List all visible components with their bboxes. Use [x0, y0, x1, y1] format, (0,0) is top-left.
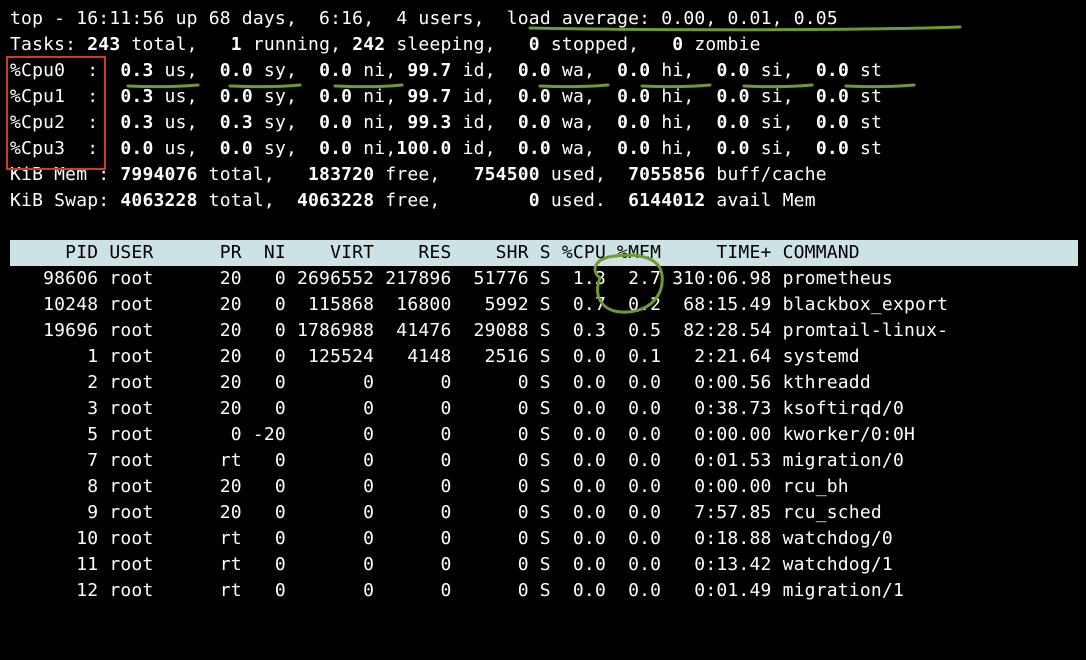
swap-total: 4063228: [120, 190, 197, 211]
process-header-row[interactable]: PID USER PR NI VIRT RES SHR S %CPU %MEM …: [10, 240, 1078, 266]
summary-cpu-line-3: %Cpu3 : 0.0 us, 0.0 sy, 0.0 ni,100.0 id,…: [10, 136, 1078, 162]
summary-top-line: top - 16:11:56 up 68 days, 6:16, 4 users…: [10, 6, 1078, 32]
process-row[interactable]: 19696 root 20 0 1786988 41476 29088 S 0.…: [10, 318, 1078, 344]
terminal[interactable]: top - 16:11:56 up 68 days, 6:16, 4 users…: [0, 0, 1086, 610]
summary-mem-line: KiB Mem : 7994076 total, 183720 free, 75…: [10, 162, 1078, 188]
process-row[interactable]: 12 root rt 0 0 0 0 S 0.0 0.0 0:01.49 mig…: [10, 578, 1078, 604]
process-row[interactable]: 98606 root 20 0 2696552 217896 51776 S 1…: [10, 266, 1078, 292]
process-row[interactable]: 3 root 20 0 0 0 0 S 0.0 0.0 0:38.73 ksof…: [10, 396, 1078, 422]
mem-used: 754500: [474, 164, 540, 185]
summary-swap-line: KiB Swap: 4063228 total, 4063228 free, 0…: [10, 188, 1078, 214]
summary-cpu-line-0: %Cpu0 : 0.3 us, 0.0 sy, 0.0 ni, 99.7 id,…: [10, 58, 1078, 84]
swap-used: 0: [529, 190, 540, 211]
process-row[interactable]: 2 root 20 0 0 0 0 S 0.0 0.0 0:00.56 kthr…: [10, 370, 1078, 396]
swap-avail: 6144012: [628, 190, 705, 211]
mem-total: 7994076: [120, 164, 197, 185]
process-row[interactable]: 10248 root 20 0 115868 16800 5992 S 0.7 …: [10, 292, 1078, 318]
summary-cpu-block: %Cpu0 : 0.3 us, 0.0 sy, 0.0 ni, 99.7 id,…: [10, 58, 1078, 162]
process-row[interactable]: 10 root rt 0 0 0 0 S 0.0 0.0 0:18.88 wat…: [10, 526, 1078, 552]
process-row[interactable]: 9 root 20 0 0 0 0 S 0.0 0.0 7:57.85 rcu_…: [10, 500, 1078, 526]
process-row[interactable]: 5 root 0 -20 0 0 0 S 0.0 0.0 0:00.00 kwo…: [10, 422, 1078, 448]
summary-cpu-line-1: %Cpu1 : 0.3 us, 0.0 sy, 0.0 ni, 99.7 id,…: [10, 84, 1078, 110]
swap-free: 4063228: [297, 190, 374, 211]
summary-tasks-line: Tasks: 243 total, 1 running, 242 sleepin…: [10, 32, 1078, 58]
blank-line: [10, 214, 1078, 240]
process-row[interactable]: 1 root 20 0 125524 4148 2516 S 0.0 0.1 2…: [10, 344, 1078, 370]
process-list[interactable]: 98606 root 20 0 2696552 217896 51776 S 1…: [10, 266, 1078, 604]
process-row[interactable]: 8 root 20 0 0 0 0 S 0.0 0.0 0:00.00 rcu_…: [10, 474, 1078, 500]
mem-buff: 7055856: [628, 164, 705, 185]
process-row[interactable]: 7 root rt 0 0 0 0 S 0.0 0.0 0:01.53 migr…: [10, 448, 1078, 474]
process-row[interactable]: 11 root rt 0 0 0 0 S 0.0 0.0 0:13.42 wat…: [10, 552, 1078, 578]
summary-cpu-line-2: %Cpu2 : 0.3 us, 0.3 sy, 0.0 ni, 99.3 id,…: [10, 110, 1078, 136]
mem-free: 183720: [308, 164, 374, 185]
